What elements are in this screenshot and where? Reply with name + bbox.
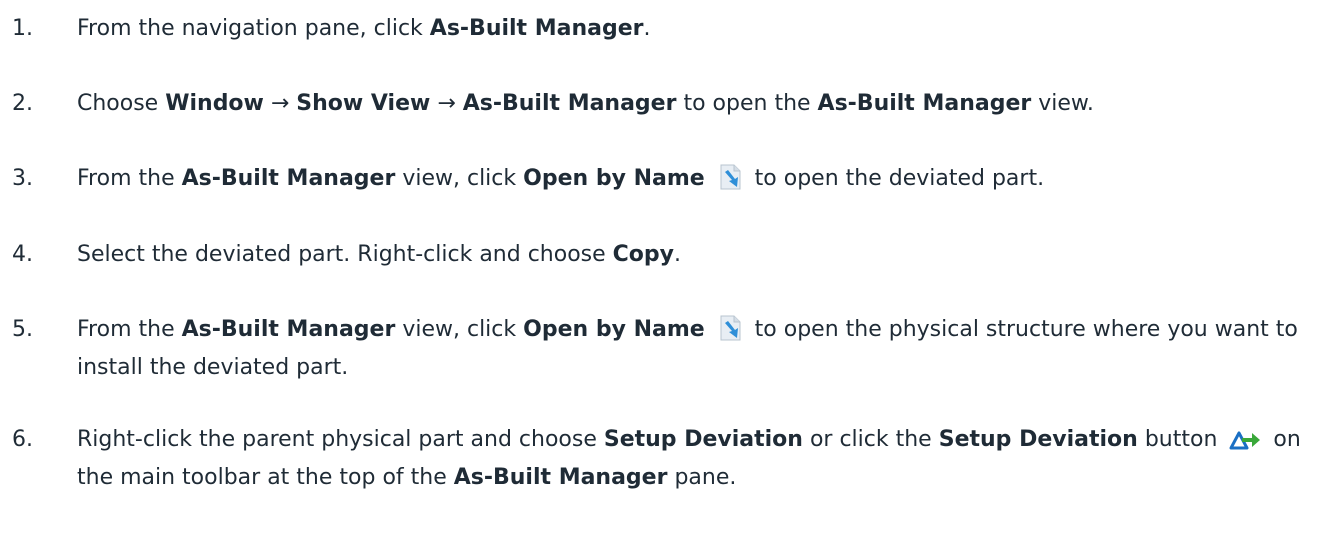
instruction-steps: 1. From the navigation pane, click As-Bu… [0,0,1322,535]
step-text: Right-click the parent physical part and… [77,421,1307,497]
step-text-run: view, click [395,317,524,342]
step-text: From the navigation pane, click As-Built… [77,10,1307,48]
step-text-run [705,166,712,191]
step-text-run: → [263,91,297,116]
step-number: 2. [12,91,33,116]
step-text-run: view. [1031,91,1094,116]
setup-deviation-icon [1228,428,1262,452]
ui-term: As-Built Manager [429,16,644,41]
step-text-run: view, click [395,166,524,191]
step-number: 6. [12,427,33,452]
step-text: Choose Window → Show View → As-Built Man… [77,85,1307,123]
step-text-run: From the [77,317,182,342]
step-text-run: to open the deviated part. [747,166,1045,191]
step-text-run: pane. [667,465,737,490]
step-text: Select the deviated part. Right-click an… [77,236,1307,274]
step-text: From the As-Built Manager view, click Op… [77,311,1307,387]
ui-term: Setup Deviation [938,427,1138,452]
step-text-run: button [1137,427,1225,452]
step-text-run: Choose [77,91,166,116]
step-number: 5. [12,317,33,342]
ui-term: Setup Deviation [603,427,803,452]
step-text-run: . [643,16,651,41]
step-number: 3. [12,166,33,191]
open-by-name-icon [716,163,744,191]
step-text: From the As-Built Manager view, click Op… [77,160,1307,198]
step-text-run: or click the [802,427,939,452]
step-number: 4. [12,242,33,267]
step-text-run [705,317,712,342]
ui-term: Show View [296,91,431,116]
ui-term: As-Built Manager [462,91,677,116]
step-text-run: From the [77,166,182,191]
step-number: 1. [12,16,33,41]
step-text-run: . [674,242,682,267]
step-text-run: → [430,91,463,116]
ui-term: Open by Name [523,166,705,191]
step-text-run: From the navigation pane, click [77,16,430,41]
step-text-run: Select the deviated part. Right-click an… [77,242,613,267]
step-text-run: Right-click the parent physical part and… [77,427,604,452]
ui-term: As-Built Manager [181,317,396,342]
open-by-name-icon [716,314,744,342]
ui-term: Copy [612,242,675,267]
ui-term: Open by Name [523,317,705,342]
ui-term: As-Built Manager [817,91,1032,116]
step-text-run: to open the [676,91,818,116]
ui-term: As-Built Manager [453,465,668,490]
ui-term: Window [165,91,264,116]
ui-term: As-Built Manager [181,166,396,191]
